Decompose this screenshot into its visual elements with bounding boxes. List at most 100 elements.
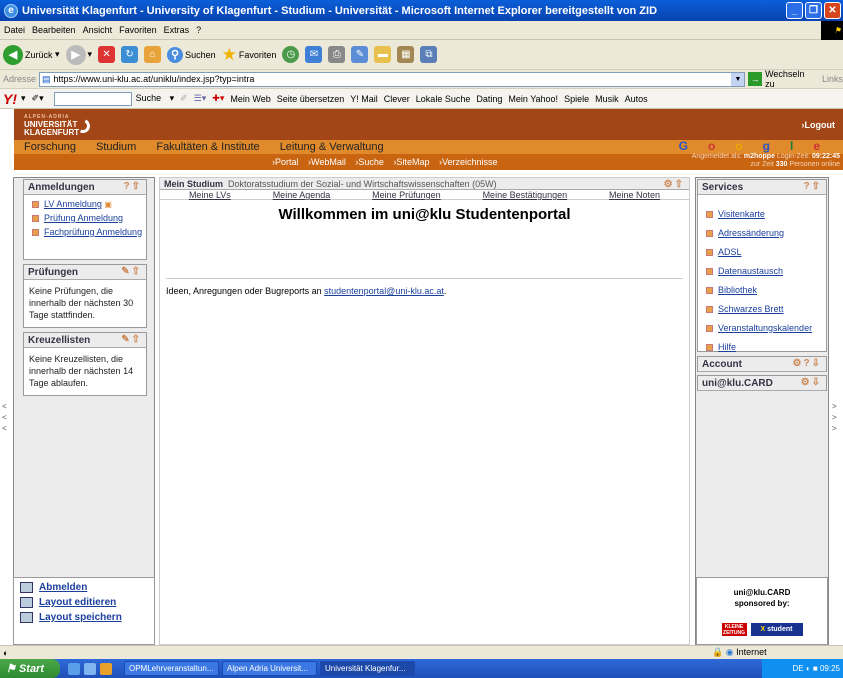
research-icon[interactable]: ▦	[397, 46, 415, 63]
studentcorner-logo[interactable]: X student corner	[750, 623, 803, 645]
subnav-webmail[interactable]: ›WebMail	[308, 157, 346, 167]
print-icon[interactable]: ⎙	[328, 46, 346, 63]
task-alpen-adria[interactable]: Alpen Adria Universit...	[222, 661, 317, 676]
yahoo-search-button[interactable]: Suche ▾	[136, 93, 175, 104]
menu-ansicht[interactable]: Ansicht	[83, 25, 113, 35]
task-opm[interactable]: OPMLehrveranstaltun...	[124, 661, 219, 676]
menu-help[interactable]: ?	[196, 25, 201, 35]
yahoo-item-musik[interactable]: Musik	[595, 94, 619, 104]
tray-app-icon[interactable]: ■	[813, 664, 818, 673]
nav-leitung[interactable]: Leitung & Verwaltung	[280, 141, 384, 153]
yahoo-item-autos[interactable]: Autos	[625, 94, 648, 104]
favorites-button[interactable]: ★ Favoriten	[222, 45, 277, 65]
subnav-sitemap[interactable]: ›SiteMap	[393, 157, 429, 167]
service-bibliothek[interactable]: Bibliothek	[698, 276, 826, 295]
back-button[interactable]: ◀ Zurück ▾	[3, 44, 60, 65]
network-icon[interactable]: ◐	[806, 664, 811, 673]
service-veranstaltungskalender[interactable]: Veranstaltungskalender	[698, 314, 826, 333]
edit-icon[interactable]: ✎	[351, 46, 369, 63]
tab-meine-lvs[interactable]: Meine LVs	[189, 190, 231, 200]
menu-datei[interactable]: Datei	[4, 25, 25, 35]
tab-meine-noten[interactable]: Meine Noten	[609, 190, 660, 200]
logout-link[interactable]: ›Logout	[802, 120, 835, 130]
right-collapse-arrows[interactable]: > > >	[832, 401, 837, 434]
links-button[interactable]: Links	[822, 74, 843, 84]
fachpruefung-anmeldung-item[interactable]: Fachprüfung Anmeldung	[24, 223, 146, 237]
service-visitenkarte[interactable]: Visitenkarte	[698, 200, 826, 219]
kleine-zeitung-logo[interactable]: KLEINE ZEITUNG	[721, 623, 747, 636]
address-input[interactable]: ▤ https://www.uni-klu.ac.at/uniklu/index…	[39, 71, 746, 87]
service-hilfe[interactable]: Hilfe	[698, 333, 826, 352]
layout-speichern-link[interactable]: Layout speichern	[14, 608, 154, 623]
edit-collapse-icon[interactable]: ✎⇧	[121, 334, 142, 345]
account-header[interactable]: Account ⚙?⇩	[698, 357, 826, 372]
yahoo-menu-dropdown[interactable]: ▾	[21, 93, 26, 104]
edit-collapse-icon[interactable]: ✎⇧	[121, 266, 142, 277]
menu-bearbeiten[interactable]: Bearbeiten	[32, 25, 76, 35]
lv-anmeldung-item[interactable]: LV Anmeldung ▣	[24, 195, 146, 209]
stop-icon[interactable]: ✕	[98, 46, 116, 63]
yahoo-item-dating[interactable]: Dating	[476, 94, 502, 104]
service-datenaustausch[interactable]: Datenaustausch	[698, 257, 826, 276]
settings-collapse-icon[interactable]: ⚙⇧	[664, 179, 685, 190]
task-universitaet-klagenfurt[interactable]: Universität Klagenfur...	[320, 661, 415, 676]
minimize-button[interactable]: _	[786, 2, 803, 19]
settings-expand-icon[interactable]: ⚙⇩	[801, 377, 822, 388]
address-dropdown-icon[interactable]: ▼	[731, 72, 745, 86]
pruefung-anmeldung-item[interactable]: Prüfung Anmeldung	[24, 209, 146, 223]
yahoo-item-mein-web[interactable]: Mein Web	[230, 94, 270, 104]
ie-icon[interactable]	[84, 662, 96, 675]
list-icon[interactable]: ☰▾	[194, 93, 207, 104]
menu-favoriten[interactable]: Favoriten	[119, 25, 157, 35]
subnav-suche[interactable]: ›Suche	[355, 157, 384, 167]
nav-studium[interactable]: Studium	[96, 141, 136, 153]
yahoo-item-mail[interactable]: Y! Mail	[350, 94, 378, 104]
layout-editieren-link[interactable]: Layout editieren	[14, 593, 154, 608]
yahoo-item-lokale-suche[interactable]: Lokale Suche	[416, 94, 471, 104]
left-collapse-arrows[interactable]: < < <	[2, 401, 7, 434]
language-indicator[interactable]: DE	[792, 664, 803, 673]
settings-help-expand-icon[interactable]: ⚙?⇩	[793, 358, 822, 369]
tab-meine-agenda[interactable]: Meine Agenda	[273, 190, 331, 200]
nav-fakultaeten[interactable]: Fakultäten & Institute	[156, 141, 259, 153]
search-button[interactable]: ⚲ Suchen	[167, 46, 216, 63]
help-collapse-icon[interactable]: ?⇧	[804, 181, 823, 192]
restore-button[interactable]: ❐	[805, 2, 822, 19]
card-header[interactable]: uni@klu.CARD ⚙⇩	[698, 376, 826, 391]
google-logo[interactable]: Google	[679, 139, 840, 153]
firefox-icon[interactable]	[100, 662, 112, 675]
go-icon[interactable]: →	[748, 72, 763, 86]
tab-meine-bestaetigungen[interactable]: Meine Bestätigungen	[483, 190, 568, 200]
help-collapse-icon[interactable]: ?⇧	[124, 181, 143, 192]
home-icon[interactable]: ⌂	[144, 46, 162, 63]
history-icon[interactable]: ◷	[282, 46, 300, 63]
plus-icon[interactable]: ✚▾	[212, 93, 224, 104]
subnav-portal[interactable]: ›Portal	[272, 157, 299, 167]
subnav-verzeichnisse[interactable]: ›Verzeichnisse	[439, 157, 498, 167]
tab-meine-pruefungen[interactable]: Meine Prüfungen	[372, 190, 441, 200]
pencil-icon[interactable]: ✐▾	[32, 93, 44, 104]
start-button[interactable]: ⚑ Start	[0, 659, 60, 678]
yahoo-item-mein-yahoo[interactable]: Mein Yahoo!	[508, 94, 558, 104]
yahoo-item-spiele[interactable]: Spiele	[564, 94, 589, 104]
menu-extras[interactable]: Extras	[164, 25, 190, 35]
forward-button[interactable]: ▶ ▾	[65, 44, 92, 65]
refresh-icon[interactable]: ↻	[121, 46, 139, 63]
abmelden-link[interactable]: Abmelden	[14, 578, 154, 593]
feedback-email-link[interactable]: studentenportal@uni-klu.ac.at	[324, 286, 444, 296]
desktop-icon[interactable]	[68, 662, 80, 675]
yahoo-search-input[interactable]	[53, 91, 132, 106]
go-button[interactable]: Wechseln zu	[765, 69, 815, 89]
service-adressaenderung[interactable]: Adressänderung	[698, 219, 826, 238]
highlight-icon[interactable]: ✐	[180, 93, 188, 104]
university-logo[interactable]: ALPEN-ADRIA UNIVERSITÄT KLAGENFURT	[24, 113, 92, 137]
mail-icon[interactable]: ✉	[305, 46, 323, 63]
messenger-icon[interactable]: ⧉	[420, 46, 438, 63]
nav-forschung[interactable]: Forschung	[24, 141, 76, 153]
yahoo-logo-icon[interactable]: Y!	[3, 91, 17, 107]
service-adsl[interactable]: ADSL	[698, 238, 826, 257]
yahoo-item-uebersetzen[interactable]: Seite übersetzen	[277, 94, 345, 104]
yahoo-item-clever[interactable]: Clever	[384, 94, 410, 104]
service-schwarzes-brett[interactable]: Schwarzes Brett	[698, 295, 826, 314]
close-button[interactable]: ✕	[824, 2, 841, 19]
